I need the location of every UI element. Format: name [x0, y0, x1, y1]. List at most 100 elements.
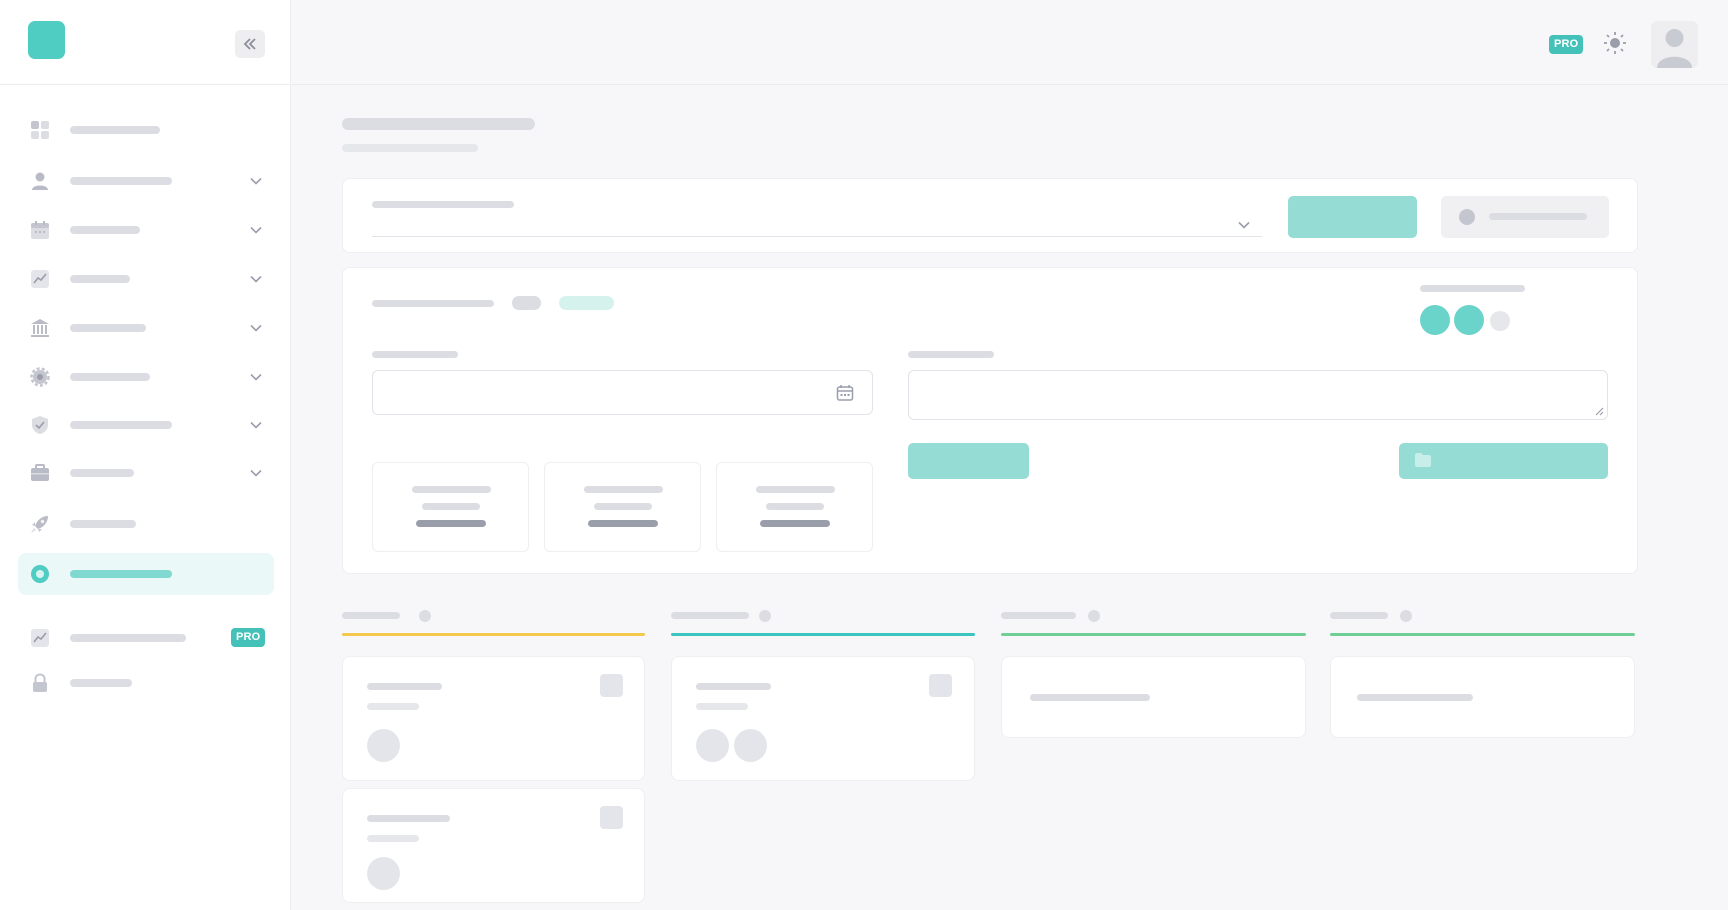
shield-check-icon	[30, 415, 50, 435]
column-count-dot	[419, 610, 431, 622]
stat-sub	[594, 503, 652, 510]
stat-sub	[766, 503, 824, 510]
sidebar-item-dashboard[interactable]	[18, 109, 274, 151]
chevron-down-icon	[250, 467, 262, 479]
sidebar: PRO	[0, 0, 291, 910]
chevron-down-icon	[250, 371, 262, 383]
task-meta	[696, 703, 748, 710]
avatar	[734, 729, 767, 762]
app-logo[interactable]	[28, 21, 65, 59]
task-card[interactable]	[671, 656, 975, 781]
column-title	[1001, 612, 1076, 619]
chevron-down-icon	[250, 419, 262, 431]
tag-badge	[559, 296, 614, 310]
primary-action-button[interactable]	[1288, 196, 1417, 238]
page-subtitle	[342, 144, 478, 152]
project-select[interactable]	[372, 213, 1262, 237]
chevron-down-icon	[250, 273, 262, 285]
sidebar-item-projects[interactable]	[18, 452, 274, 494]
circle-icon	[30, 564, 50, 584]
column-accent-line	[671, 633, 975, 636]
pro-badge[interactable]: PRO	[1549, 35, 1584, 54]
avatar	[367, 857, 400, 890]
assignee-avatar[interactable]	[1454, 305, 1484, 335]
sidebar-item-finance[interactable]	[18, 307, 274, 349]
stat-tile	[716, 462, 873, 552]
notes-label	[908, 351, 994, 358]
sidebar-item-label	[70, 469, 134, 477]
sidebar-item-users[interactable]	[18, 160, 274, 202]
task-title	[696, 683, 771, 690]
add-assignee-avatar[interactable]	[1490, 311, 1510, 331]
sidebar-item-active[interactable]	[18, 553, 274, 595]
avatar	[696, 729, 729, 762]
column-accent-line	[342, 633, 645, 636]
task-meta	[367, 835, 419, 842]
sidebar-item-settings[interactable]	[18, 356, 274, 398]
column-accent-line	[1001, 633, 1306, 636]
sidebar-item-label	[70, 421, 172, 429]
topbar	[292, 0, 1728, 85]
sidebar-item-label	[70, 226, 140, 234]
notes-textarea[interactable]	[908, 370, 1608, 420]
sidebar-item-label	[70, 570, 172, 578]
column-title	[1330, 612, 1388, 619]
sidebar-item-security[interactable]	[18, 404, 274, 446]
dashboard-grid-icon	[30, 120, 50, 140]
sun-icon	[1604, 32, 1626, 54]
form-title	[372, 300, 494, 307]
folder-icon	[1415, 453, 1431, 467]
stat-sub	[422, 503, 480, 510]
secondary-action-button[interactable]	[1441, 196, 1609, 238]
column-count-dot	[1088, 610, 1100, 622]
pro-badge: PRO	[231, 628, 266, 647]
task-meta	[367, 703, 419, 710]
upload-button[interactable]	[1399, 443, 1608, 479]
stat-value	[416, 520, 486, 527]
task-card[interactable]	[1330, 656, 1635, 738]
chart-line-icon	[30, 628, 50, 648]
task-title	[1357, 694, 1473, 701]
task-checkbox[interactable]	[929, 674, 952, 697]
collapse-sidebar-button[interactable]	[235, 30, 265, 58]
submit-button[interactable]	[908, 443, 1029, 479]
task-title	[367, 815, 450, 822]
column-title	[342, 612, 400, 619]
task-checkbox[interactable]	[600, 806, 623, 829]
sidebar-item-pro-analytics[interactable]: PRO	[18, 617, 274, 659]
rocket-icon	[30, 514, 50, 534]
task-card[interactable]	[342, 788, 645, 903]
user-icon	[30, 171, 50, 191]
chevron-down-icon	[250, 175, 262, 187]
column-count-dot	[759, 610, 771, 622]
sidebar-item-analytics[interactable]	[18, 258, 274, 300]
column-title	[671, 612, 749, 619]
assignee-avatar[interactable]	[1420, 305, 1450, 335]
status-badge	[512, 296, 541, 310]
status-dot-icon	[1459, 209, 1475, 225]
stat-label	[756, 486, 835, 493]
sidebar-item-label	[70, 373, 150, 381]
task-card[interactable]	[342, 656, 645, 781]
date-label	[372, 351, 458, 358]
sidebar-item-label	[70, 520, 136, 528]
sidebar-item-label	[70, 634, 186, 642]
avatar	[367, 729, 400, 762]
resize-handle-icon[interactable]	[1594, 406, 1604, 416]
sidebar-item-calendar[interactable]	[18, 209, 274, 251]
sidebar-item-label	[70, 177, 172, 185]
sidebar-item-locked[interactable]	[18, 662, 274, 704]
stat-label	[412, 486, 491, 493]
task-title	[367, 683, 442, 690]
stat-tile	[544, 462, 701, 552]
calendar-icon	[30, 220, 50, 240]
sidebar-item-launch[interactable]	[18, 503, 274, 545]
lock-icon	[30, 673, 50, 693]
select-label	[372, 201, 514, 208]
filter-card	[342, 178, 1638, 253]
task-checkbox[interactable]	[600, 674, 623, 697]
theme-toggle-button[interactable]	[1602, 30, 1628, 56]
task-card[interactable]	[1001, 656, 1306, 738]
avatar[interactable]	[1651, 21, 1698, 68]
date-input[interactable]	[372, 370, 873, 415]
